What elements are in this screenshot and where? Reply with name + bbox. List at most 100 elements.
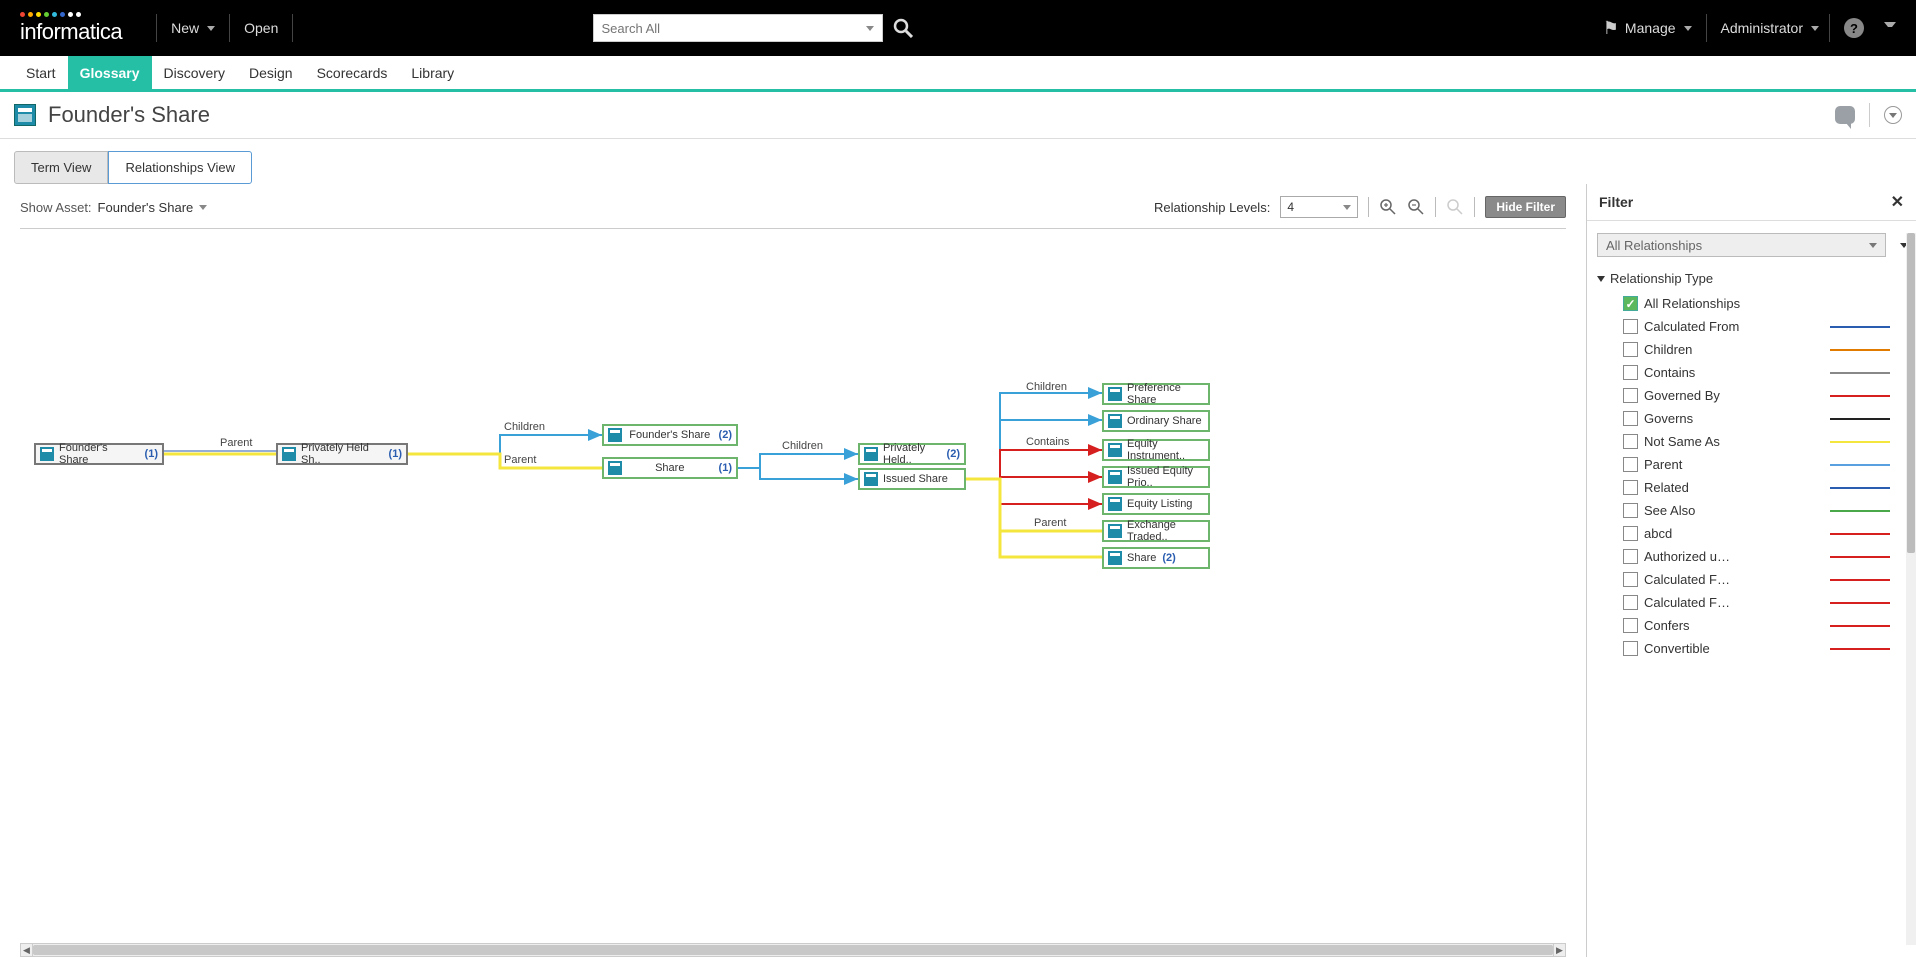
- scroll-right-icon[interactable]: ▶: [1553, 944, 1565, 956]
- filter-item[interactable]: Calculated F…: [1597, 568, 1908, 591]
- tab-start[interactable]: Start: [14, 56, 68, 89]
- flag-icon[interactable]: ⚑: [1603, 18, 1619, 39]
- checkbox[interactable]: [1623, 549, 1638, 564]
- graph-node[interactable]: Share (1): [602, 457, 738, 479]
- checkbox[interactable]: [1623, 526, 1638, 541]
- term-icon: [282, 447, 296, 461]
- relationship-canvas[interactable]: Founder's Share (1) Privately Held Sh.. …: [20, 229, 1566, 939]
- graph-node[interactable]: Preference Share: [1102, 383, 1210, 405]
- page-title: Founder's Share: [48, 102, 210, 128]
- close-icon[interactable]: ✕: [1891, 192, 1904, 212]
- node-label: Founder's Share: [59, 442, 139, 466]
- graph-node[interactable]: Privately Held Sh.. (1): [276, 443, 408, 465]
- separator: [1435, 197, 1436, 217]
- filter-item[interactable]: Children: [1597, 338, 1908, 361]
- hide-filter-button[interactable]: Hide Filter: [1485, 196, 1566, 218]
- filter-item[interactable]: All Relationships: [1597, 292, 1908, 315]
- checkbox[interactable]: [1623, 457, 1638, 472]
- page-header-actions: [1835, 103, 1902, 127]
- search-input[interactable]: [602, 21, 860, 36]
- term-icon: [1108, 497, 1122, 511]
- filter-item[interactable]: Calculated From: [1597, 315, 1908, 338]
- search-icon[interactable]: [893, 18, 913, 38]
- actions-menu[interactable]: [1884, 106, 1902, 124]
- term-icon: [1108, 414, 1122, 428]
- manage-menu[interactable]: Manage: [1625, 20, 1692, 36]
- admin-menu[interactable]: Administrator: [1721, 20, 1819, 36]
- filter-item[interactable]: Not Same As: [1597, 430, 1908, 453]
- filter-item[interactable]: Confers: [1597, 614, 1908, 637]
- filter-item[interactable]: Authorized u…: [1597, 545, 1908, 568]
- tab-scorecards[interactable]: Scorecards: [305, 56, 400, 89]
- filter-item[interactable]: See Also: [1597, 499, 1908, 522]
- horizontal-scrollbar[interactable]: ◀ ▶: [20, 943, 1566, 957]
- filter-item-label: Not Same As: [1644, 434, 1764, 449]
- filter-color-swatch: [1830, 349, 1890, 351]
- filter-item[interactable]: Calculated F…: [1597, 591, 1908, 614]
- tab-discovery[interactable]: Discovery: [152, 56, 237, 89]
- filter-panel: Filter ✕ All Relationships Relationship …: [1586, 184, 1916, 957]
- zoom-in-icon[interactable]: [1379, 198, 1397, 216]
- filter-tree-header[interactable]: Relationship Type: [1597, 271, 1908, 286]
- graph-node[interactable]: Issued Share: [858, 468, 966, 490]
- checkbox[interactable]: [1623, 618, 1638, 633]
- tab-library[interactable]: Library: [399, 56, 466, 89]
- separator: [229, 14, 230, 42]
- levels-label: Relationship Levels:: [1154, 200, 1270, 215]
- help-icon[interactable]: ?: [1844, 18, 1864, 38]
- filter-item[interactable]: Related: [1597, 476, 1908, 499]
- scroll-thumb[interactable]: [1907, 233, 1915, 553]
- zoom-out-icon[interactable]: [1407, 198, 1425, 216]
- checkbox[interactable]: [1623, 480, 1638, 495]
- graph-node[interactable]: Issued Equity Prio..: [1102, 466, 1210, 488]
- checkbox[interactable]: [1623, 342, 1638, 357]
- comment-icon[interactable]: [1835, 106, 1855, 124]
- graph-node[interactable]: Privately Held.. (2): [858, 443, 966, 465]
- graph-node[interactable]: Exchange Traded..: [1102, 520, 1210, 542]
- tab-design[interactable]: Design: [237, 56, 305, 89]
- filter-item[interactable]: Governed By: [1597, 384, 1908, 407]
- filter-vertical-scrollbar[interactable]: [1906, 233, 1916, 945]
- search-box[interactable]: [593, 14, 883, 42]
- graph-node[interactable]: Equity Listing: [1102, 493, 1210, 515]
- checkbox[interactable]: [1623, 572, 1638, 587]
- term-icon: [864, 447, 878, 461]
- chevron-down-icon[interactable]: [866, 26, 874, 31]
- open-button[interactable]: Open: [244, 20, 278, 36]
- tab-term-view[interactable]: Term View: [14, 151, 108, 184]
- filter-item-label: Governed By: [1644, 388, 1764, 403]
- checkbox[interactable]: [1623, 411, 1638, 426]
- term-icon: [1108, 551, 1122, 565]
- checkbox[interactable]: [1623, 641, 1638, 656]
- checkbox[interactable]: [1623, 434, 1638, 449]
- filter-item[interactable]: Governs: [1597, 407, 1908, 430]
- scroll-thumb[interactable]: [33, 945, 1553, 955]
- checkbox[interactable]: [1623, 503, 1638, 518]
- graph-node[interactable]: Founder's Share (2): [602, 424, 738, 446]
- graph-node[interactable]: Equity Instrument..: [1102, 439, 1210, 461]
- separator: [1368, 197, 1369, 217]
- filter-item[interactable]: abcd: [1597, 522, 1908, 545]
- filter-item[interactable]: Contains: [1597, 361, 1908, 384]
- checkbox[interactable]: [1623, 595, 1638, 610]
- checkbox[interactable]: [1623, 296, 1638, 311]
- tab-relationships-view[interactable]: Relationships View: [108, 151, 252, 184]
- checkbox[interactable]: [1623, 388, 1638, 403]
- show-asset-dropdown[interactable]: Founder's Share: [98, 200, 208, 215]
- filter-item[interactable]: Parent: [1597, 453, 1908, 476]
- levels-dropdown[interactable]: 4: [1280, 196, 1358, 218]
- filter-relationship-select[interactable]: All Relationships: [1597, 233, 1886, 257]
- checkbox[interactable]: [1623, 365, 1638, 380]
- scroll-left-icon[interactable]: ◀: [21, 944, 33, 956]
- chevron-down-icon[interactable]: [1884, 22, 1896, 34]
- checkbox[interactable]: [1623, 319, 1638, 334]
- filter-item-label: Calculated From: [1644, 319, 1764, 334]
- node-count: (1): [145, 448, 158, 460]
- filter-item[interactable]: Convertible: [1597, 637, 1908, 660]
- tab-glossary[interactable]: Glossary: [68, 56, 152, 89]
- graph-node[interactable]: Founder's Share (1): [34, 443, 164, 465]
- graph-node[interactable]: Share (2): [1102, 547, 1210, 569]
- new-menu[interactable]: New: [171, 20, 215, 36]
- graph-node[interactable]: Ordinary Share: [1102, 410, 1210, 432]
- filter-header: Filter ✕: [1587, 184, 1916, 220]
